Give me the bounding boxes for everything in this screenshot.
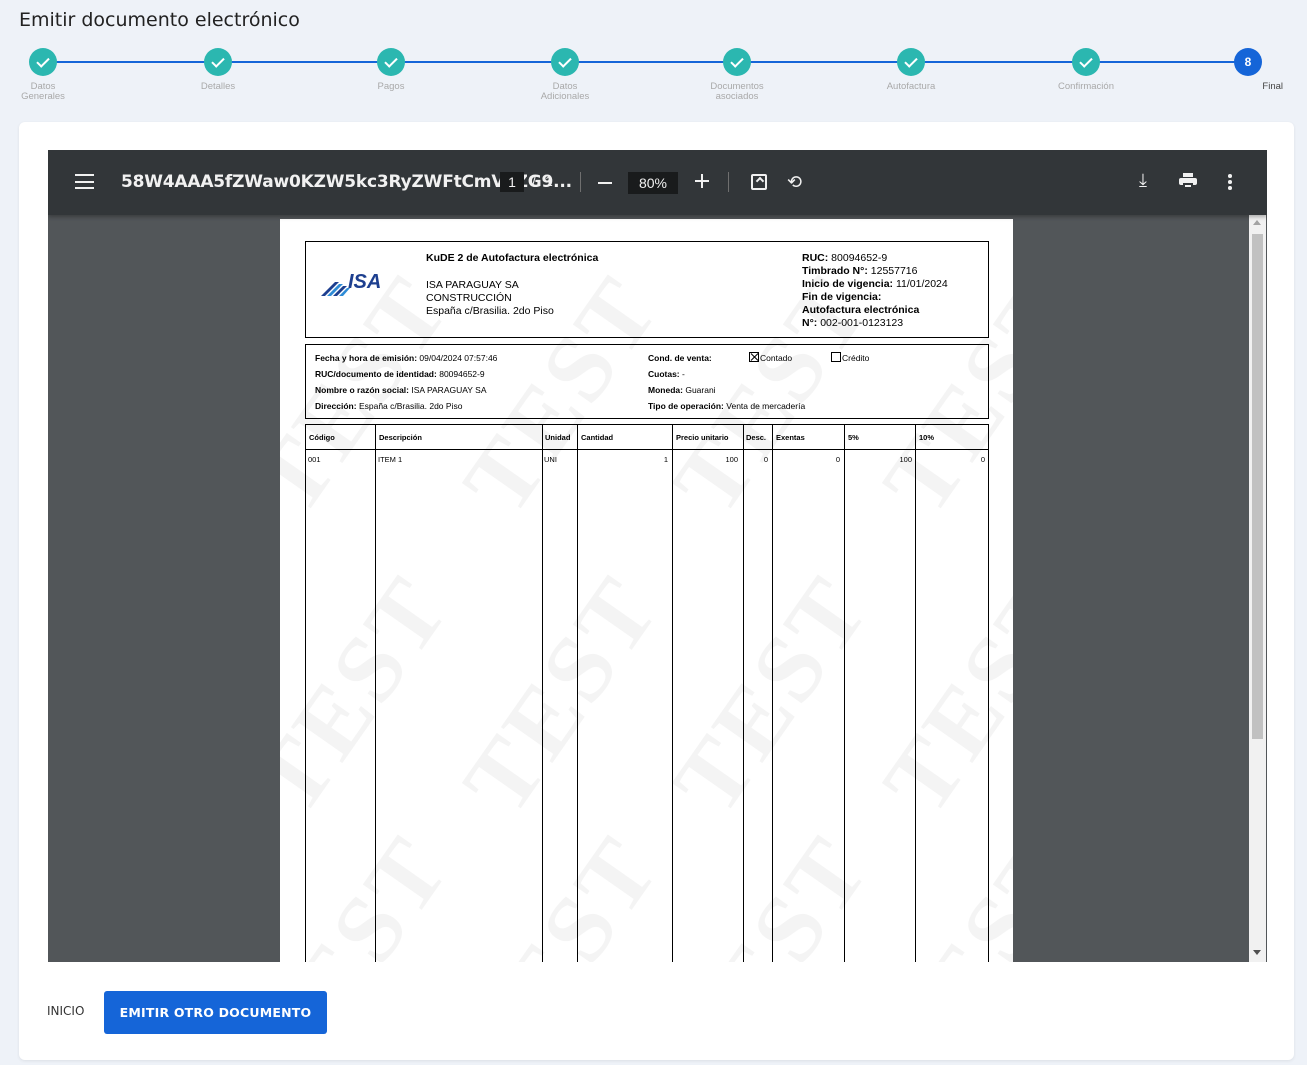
th-cantidad: Cantidad (581, 433, 614, 442)
step-check-icon (377, 48, 405, 76)
table-cell: UNI (544, 455, 557, 464)
doc-type: KuDE 2 de Autofactura electrónica (426, 252, 599, 264)
step-check-icon (1072, 48, 1100, 76)
step-autofactura[interactable]: Autofactura (856, 48, 966, 92)
items-table: Código Descripción Unidad Cantidad Preci… (305, 424, 989, 962)
step-pagos[interactable]: Pagos (336, 48, 446, 92)
zoom-input[interactable]: 80% (628, 172, 678, 194)
credito-checkbox: Crédito (831, 352, 869, 365)
th-exentas: Exentas (776, 433, 805, 442)
fit-page-icon[interactable] (751, 174, 767, 190)
direccion-line: Dirección: España c/Brasilia. 2do Piso (315, 401, 463, 411)
unchecked-box-icon (831, 352, 841, 362)
th-10: 10% (919, 433, 935, 442)
th-unidad: Unidad (545, 433, 571, 442)
more-vert-icon[interactable] (1228, 174, 1232, 190)
page-number-input[interactable]: 1 (500, 172, 524, 192)
timbrado-line: Timbrado N°: 12557716 (802, 265, 918, 277)
inicio-vigencia-line: Inicio de vigencia: 11/01/2024 (802, 278, 948, 290)
pdf-toolbar: 58W4AAA5fZWaw0KZW5kc3RyZWFtCmVuZG9... 1 … (48, 150, 1267, 215)
company-activity: CONSTRUCCIÓN (426, 292, 512, 304)
nombre-line: Nombre o razón social: ISA PARAGUAY SA (315, 385, 487, 395)
step-documentos-asociados[interactable]: Documentos asociados (682, 48, 792, 102)
inicio-button[interactable]: INICIO (47, 1004, 84, 1018)
scroll-down-arrow-icon[interactable] (1253, 950, 1261, 955)
company-address: España c/Brasilia. 2do Piso (426, 305, 554, 317)
step-check-icon (29, 48, 57, 76)
scroll-up-arrow-icon[interactable] (1253, 220, 1261, 225)
ruc-identidad-line: RUC/documento de identidad: 80094652-9 (315, 369, 485, 379)
fecha-emision-line: Fecha y hora de emisión: 09/04/2024 07:5… (315, 353, 498, 363)
cond-venta-label: Cond. de venta: (648, 353, 712, 363)
pdf-viewer: 58W4AAA5fZWaw0KZW5kc3RyZWFtCmVuZG9... 1 … (48, 150, 1267, 962)
menu-icon[interactable] (75, 174, 94, 189)
th-5: 5% (848, 433, 859, 442)
print-icon[interactable] (1179, 173, 1197, 189)
table-cell: 0 (980, 455, 985, 464)
th-codigo: Código (309, 433, 335, 442)
step-check-icon (723, 48, 751, 76)
content-card: 58W4AAA5fZWaw0KZW5kc3RyZWFtCmVuZG9... 1 … (19, 122, 1294, 1060)
tipo-operacion-line: Tipo de operación: Venta de mercadería (648, 401, 806, 411)
step-number-badge: 8 (1234, 48, 1262, 76)
toolbar-divider (580, 172, 581, 192)
moneda-line: Moneda: Guarani (648, 385, 716, 395)
th-descripcion: Descripción (379, 433, 422, 442)
page-total: 1 (545, 173, 553, 189)
company-name: ISA PARAGUAY SA (426, 279, 519, 291)
step-final[interactable]: 8 Final (1193, 48, 1303, 92)
table-cell: 0 (763, 455, 768, 464)
zoom-out-icon[interactable] (598, 182, 612, 184)
table-cell: 0 (835, 455, 840, 464)
step-datos-generales[interactable]: Datos Generales (0, 48, 98, 102)
step-datos-adicionales[interactable]: Datos Adicionales (510, 48, 620, 102)
vertical-scrollbar[interactable] (1249, 215, 1266, 962)
step-check-icon (204, 48, 232, 76)
table-cell: 1 (663, 455, 668, 464)
doc-number-line: N°: 002-001-0123123 (802, 317, 904, 329)
emitir-otro-documento-button[interactable]: EMITIR OTRO DOCUMENTO (104, 991, 327, 1034)
table-header-divider (306, 449, 988, 450)
step-check-icon (897, 48, 925, 76)
doc-name: Autofactura electrónica (802, 304, 920, 316)
toolbar-divider (728, 172, 729, 192)
step-confirmacion[interactable]: Confirmación (1031, 48, 1141, 92)
page-title: Emitir documento electrónico (19, 9, 300, 31)
step-detalles[interactable]: Detalles (163, 48, 273, 92)
step-check-icon (551, 48, 579, 76)
pdf-page: TEST TEST TEST TEST TEST TEST TEST TEST … (280, 219, 1013, 962)
fin-vigencia-line: Fin de vigencia: (802, 291, 882, 303)
table-cell: 001 (308, 455, 321, 464)
page-separator: / (532, 173, 536, 189)
zoom-in-icon[interactable] (695, 174, 709, 188)
checked-box-icon (749, 352, 759, 362)
download-icon[interactable]: ⤓ (1139, 170, 1147, 191)
cuotas-line: Cuotas: - (648, 369, 685, 379)
rotate-icon[interactable]: ⟲ (787, 172, 802, 193)
stepper: Datos Generales Detalles Pagos Datos Adici… (0, 46, 1307, 116)
ruc-line: RUC: 80094652-9 (802, 252, 888, 264)
th-precio-unitario: Precio unitario (676, 433, 729, 442)
th-desc: Desc. (746, 433, 767, 442)
table-cell: 100 (725, 455, 738, 464)
table-cell: ITEM 1 (378, 455, 403, 464)
isa-logo: ISA (321, 271, 416, 301)
contado-checkbox: Contado (749, 352, 792, 365)
table-cell: 100 (899, 455, 912, 464)
scrollbar-thumb[interactable] (1252, 234, 1263, 739)
